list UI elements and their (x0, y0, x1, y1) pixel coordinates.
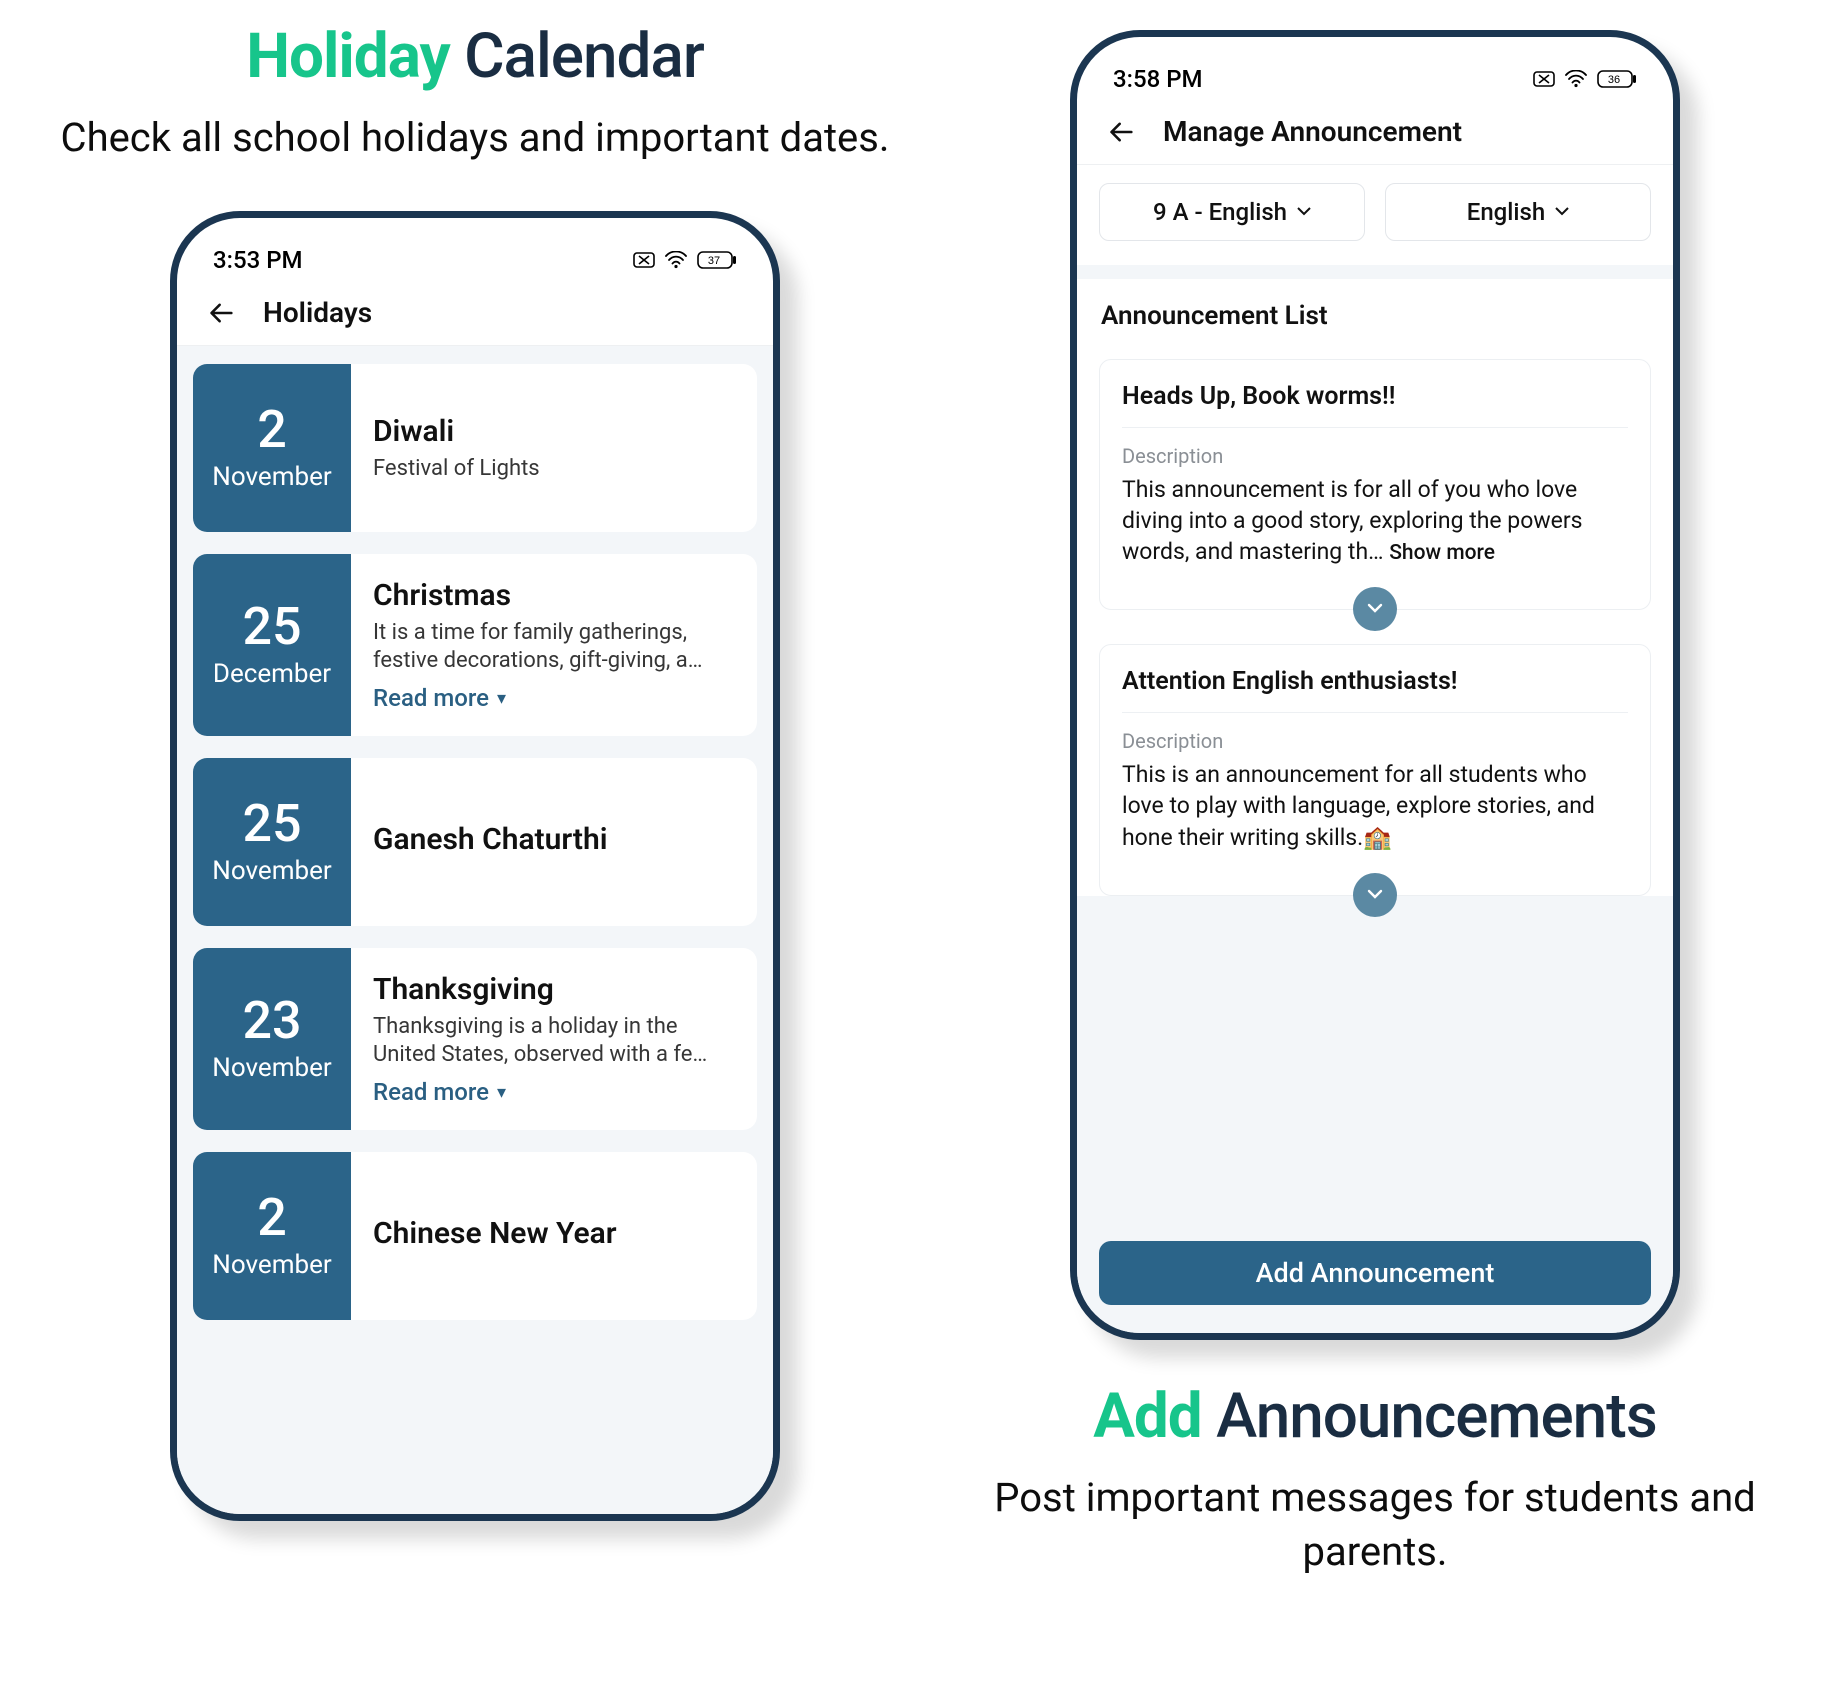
holiday-card[interactable]: 23 November Thanksgiving Thanksgiving is a … (193, 948, 757, 1130)
holiday-section-subtitle: Check all school holidays and important … (60, 111, 890, 165)
title-rest: Calendar (450, 20, 704, 93)
show-more-link[interactable]: Show more (1389, 541, 1495, 565)
arrow-left-icon (1108, 118, 1136, 146)
status-icons: 37 (633, 251, 737, 269)
announcement-list[interactable]: Heads Up, Book worms!! Description This an… (1077, 359, 1673, 896)
status-bar: 3:58 PM 36 (1077, 59, 1673, 99)
holiday-title: Chinese New Year (373, 1216, 735, 1251)
battery-icon: 37 (697, 251, 737, 269)
sim-off-icon (633, 252, 655, 268)
language-filter-dropdown[interactable]: English (1385, 183, 1651, 241)
holiday-body: Chinese New Year (351, 1152, 757, 1320)
holiday-list[interactable]: 2 November Diwali Festival of Lights 25 Decem… (177, 346, 773, 1338)
status-time: 3:58 PM (1113, 65, 1203, 93)
phone-holidays: 3:53 PM 37 Holidays 2 November Diwali Festi… (170, 211, 780, 1521)
holiday-title: Thanksgiving (373, 972, 735, 1007)
holiday-month: November (212, 856, 331, 886)
announcement-section: 3:58 PM 36 Manage Announcement 9 A - Eng… (960, 30, 1790, 1579)
chevron-down-icon: ▾ (497, 688, 506, 709)
expand-button[interactable] (1353, 873, 1397, 917)
language-filter-label: English (1467, 198, 1545, 226)
screen-title: Manage Announcement (1163, 115, 1462, 148)
holiday-body: Thanksgiving Thanksgiving is a holiday in… (351, 948, 757, 1130)
announcement-card[interactable]: Heads Up, Book worms!! Description This an… (1099, 359, 1651, 610)
announcement-section-subtitle: Post important messages for students and… (960, 1471, 1790, 1579)
screen-header: Manage Announcement (1077, 99, 1673, 165)
holiday-date-tile: 23 November (193, 948, 351, 1130)
holiday-date-tile: 25 November (193, 758, 351, 926)
announcement-title: Attention English enthusiasts! (1122, 667, 1628, 713)
read-more-link[interactable]: Read more ▾ (373, 684, 735, 712)
status-icons: 36 (1533, 70, 1637, 88)
chevron-down-icon (1555, 207, 1569, 217)
title-rest: Announcements (1202, 1380, 1657, 1453)
expand-button[interactable] (1353, 587, 1397, 631)
holiday-card[interactable]: 2 November Chinese New Year (193, 1152, 757, 1320)
class-filter-dropdown[interactable]: 9 A - English (1099, 183, 1365, 241)
screen-title: Holidays (263, 296, 372, 329)
add-announcement-button[interactable]: Add Announcement (1099, 1241, 1651, 1305)
holiday-section-title: Holiday Calendar (60, 20, 890, 93)
chevron-down-icon (1367, 603, 1383, 615)
description-label: Description (1122, 444, 1628, 468)
holiday-month: December (213, 659, 331, 689)
description-label: Description (1122, 729, 1628, 753)
holiday-date-tile: 2 November (193, 1152, 351, 1320)
holiday-section: Holiday Calendar Check all school holida… (60, 20, 890, 1521)
holiday-card[interactable]: 25 November Ganesh Chaturthi (193, 758, 757, 926)
arrow-left-icon (208, 299, 236, 327)
announcement-list-header: Announcement List (1077, 279, 1673, 341)
holiday-title: Diwali (373, 414, 735, 449)
holiday-card[interactable]: 25 December Christmas It is a time for fami… (193, 554, 757, 736)
holiday-month: November (212, 462, 331, 492)
chevron-down-icon (1297, 207, 1311, 217)
announcement-description: This is an announcement for all students… (1122, 759, 1628, 852)
wifi-icon (665, 251, 687, 269)
holiday-day: 2 (257, 404, 287, 456)
title-accent: Add (1093, 1380, 1201, 1453)
holiday-month: November (212, 1053, 331, 1083)
holiday-date-tile: 2 November (193, 364, 351, 532)
holiday-title: Ganesh Chaturthi (373, 822, 735, 857)
svg-text:36: 36 (1608, 74, 1620, 86)
announcement-card[interactable]: Attention English enthusiasts! Descriptio… (1099, 644, 1651, 895)
holiday-day: 25 (242, 601, 301, 653)
announcement-description: This announcement is for all of you who … (1122, 474, 1628, 567)
announcement-title: Heads Up, Book worms!! (1122, 382, 1628, 428)
holiday-day: 23 (242, 995, 301, 1047)
chevron-down-icon (1367, 889, 1383, 901)
announcement-list-title: Announcement List (1101, 301, 1649, 331)
status-bar: 3:53 PM 37 (177, 240, 773, 280)
holiday-title: Christmas (373, 578, 735, 613)
sim-off-icon (1533, 71, 1555, 87)
wifi-icon (1565, 70, 1587, 88)
back-button[interactable] (205, 296, 239, 330)
filter-row: 9 A - English English (1077, 165, 1673, 265)
holiday-day: 25 (242, 798, 301, 850)
holiday-desc: Festival of Lights (373, 455, 735, 483)
title-accent: Holiday (246, 20, 449, 93)
chevron-down-icon: ▾ (497, 1082, 506, 1103)
phone-announcements: 3:58 PM 36 Manage Announcement 9 A - Eng… (1070, 30, 1680, 1340)
back-button[interactable] (1105, 115, 1139, 149)
battery-icon: 36 (1597, 70, 1637, 88)
screen-header: Holidays (177, 280, 773, 346)
holiday-month: November (212, 1250, 331, 1280)
holiday-desc: It is a time for family gatherings, fest… (373, 619, 735, 674)
holiday-day: 2 (257, 1192, 287, 1244)
holiday-body: Ganesh Chaturthi (351, 758, 757, 926)
holiday-screen-body: 2 November Diwali Festival of Lights 25 Decem… (177, 346, 773, 1514)
holiday-body: Christmas It is a time for family gatheri… (351, 554, 757, 736)
read-more-link[interactable]: Read more ▾ (373, 1078, 735, 1106)
status-time: 3:53 PM (213, 246, 303, 274)
holiday-body: Diwali Festival of Lights (351, 364, 757, 532)
class-filter-label: 9 A - English (1153, 198, 1287, 226)
holiday-date-tile: 25 December (193, 554, 351, 736)
announcement-screen-body: Announcement List Heads Up, Book worms!!… (1077, 265, 1673, 1333)
announcement-section-title: Add Announcements (960, 1380, 1790, 1453)
holiday-desc: Thanksgiving is a holiday in the United … (373, 1013, 735, 1068)
svg-text:37: 37 (708, 255, 720, 267)
holiday-card[interactable]: 2 November Diwali Festival of Lights (193, 364, 757, 532)
